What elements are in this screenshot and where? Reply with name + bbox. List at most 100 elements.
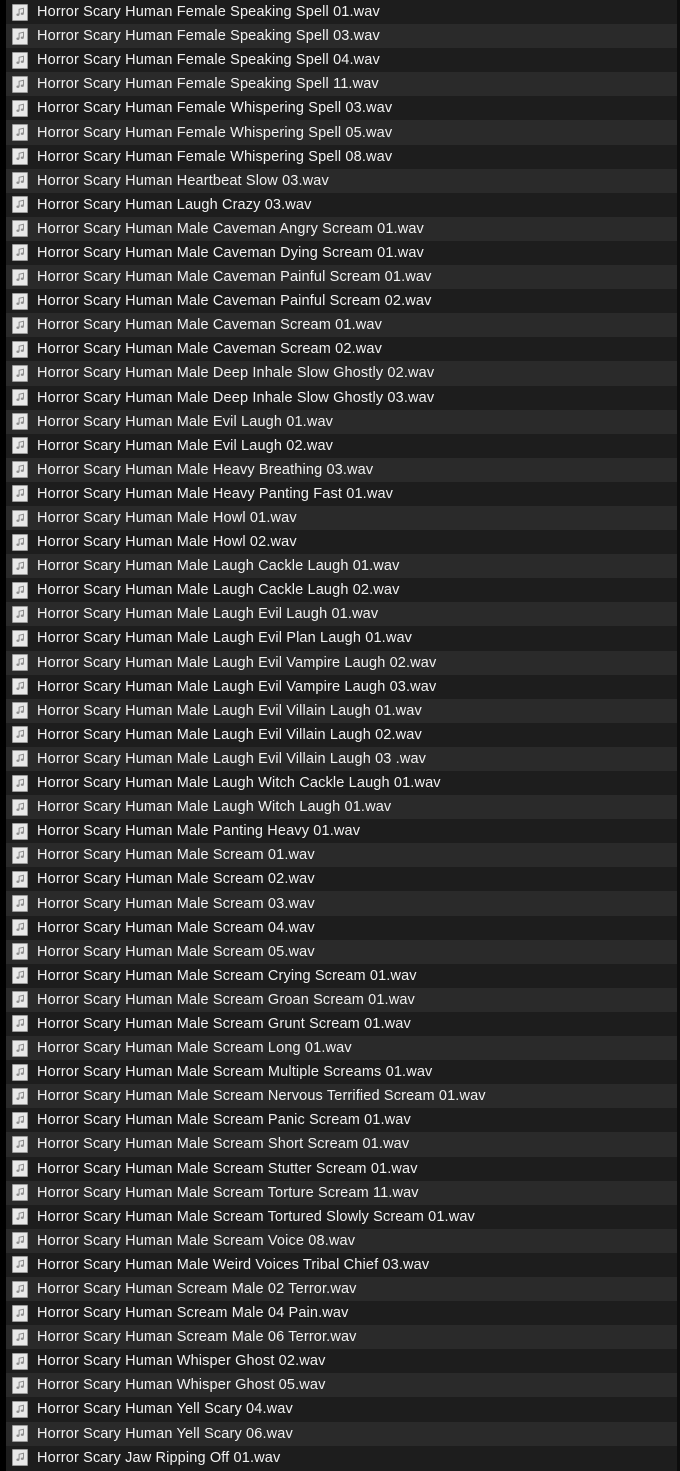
file-list-row[interactable]: Horror Scary Human Male Scream Crying Sc…	[6, 963, 677, 988]
file-list-row[interactable]: Horror Scary Human Male Laugh Evil Villa…	[6, 722, 677, 747]
file-list-row[interactable]: Horror Scary Human Male Howl 02.wav	[6, 530, 677, 555]
file-list-row[interactable]: Horror Scary Human Male Scream Multiple …	[6, 1060, 677, 1085]
audio-file-icon	[12, 1280, 28, 1298]
audio-file-icon	[12, 1449, 28, 1467]
file-list-row[interactable]: Horror Scary Human Male Laugh Cackle Lau…	[6, 554, 677, 579]
audio-file-icon	[12, 1256, 28, 1274]
file-list-row[interactable]: Horror Scary Human Scream Male 04 Pain.w…	[6, 1301, 677, 1326]
file-list-row[interactable]: Horror Scary Human Yell Scary 06.wav	[6, 1421, 677, 1446]
file-list-row[interactable]: Horror Scary Human Male Scream Tortured …	[6, 1204, 677, 1229]
file-list-row[interactable]: Horror Scary Human Male Laugh Witch Laug…	[6, 795, 677, 820]
audio-file-icon	[12, 196, 28, 214]
audio-file-icon	[12, 292, 28, 310]
file-name-label: Horror Scary Human Male Scream Groan Scr…	[37, 991, 415, 1008]
file-name-label: Horror Scary Human Female Speaking Spell…	[37, 4, 380, 21]
file-list-row[interactable]: Horror Scary Human Male Deep Inhale Slow…	[6, 385, 677, 410]
file-name-label: Horror Scary Human Female Speaking Spell…	[37, 52, 380, 69]
audio-file-icon	[12, 99, 28, 117]
audio-file-icon	[12, 148, 28, 166]
audio-file-icon	[12, 27, 28, 45]
file-list-row[interactable]: Horror Scary Human Male Laugh Evil Vampi…	[6, 674, 677, 699]
file-list-row[interactable]: Horror Scary Human Female Whispering Spe…	[6, 120, 677, 145]
file-name-label: Horror Scary Human Male Scream Crying Sc…	[37, 967, 417, 984]
file-list-row[interactable]: Horror Scary Human Male Scream 03.wav	[6, 891, 677, 916]
file-list-row[interactable]: Horror Scary Human Whisper Ghost 05.wav	[6, 1373, 677, 1398]
file-list-row[interactable]: Horror Scary Human Male Scream Panic Scr…	[6, 1108, 677, 1133]
file-list-row[interactable]: Horror Scary Human Male Scream Groan Scr…	[6, 987, 677, 1012]
file-list-row[interactable]: Horror Scary Human Male Caveman Scream 0…	[6, 313, 677, 338]
file-list-row[interactable]: Horror Scary Human Female Whispering Spe…	[6, 96, 677, 121]
file-list-row[interactable]: Horror Scary Human Male Scream Grunt Scr…	[6, 1011, 677, 1037]
file-list-row[interactable]: Horror Scary Human Scream Male 02 Terror…	[6, 1276, 677, 1302]
file-list-row[interactable]: Horror Scary Human Male Evil Laugh 01.wa…	[6, 409, 677, 434]
audio-file-icon	[12, 1135, 28, 1153]
file-list-row[interactable]: Horror Scary Human Male Caveman Scream 0…	[6, 337, 677, 362]
audio-file-icon	[12, 822, 28, 840]
audio-file-icon	[12, 244, 28, 262]
file-list-row[interactable]: Horror Scary Human Male Howl 01.wav	[6, 505, 677, 531]
file-list-row[interactable]: Horror Scary Human Male Scream Voice 08.…	[6, 1228, 677, 1253]
file-list[interactable]: Horror Scary Human Female Speaking Spell…	[0, 0, 680, 1471]
file-list-row[interactable]: Horror Scary Human Female Speaking Spell…	[6, 0, 677, 25]
file-list-row[interactable]: Horror Scary Human Male Caveman Painful …	[6, 265, 677, 290]
file-list-row[interactable]: Horror Scary Human Female Whispering Spe…	[6, 144, 677, 169]
file-list-row[interactable]: Horror Scary Human Male Laugh Evil Plan …	[6, 626, 677, 651]
file-name-label: Horror Scary Human Male Laugh Evil Villa…	[37, 750, 427, 767]
file-name-label: Horror Scary Human Scream Male 04 Pain.w…	[37, 1305, 349, 1322]
file-list-row[interactable]: Horror Scary Human Scream Male 06 Terror…	[6, 1325, 677, 1350]
file-list-row[interactable]: Horror Scary Human Male Scream 02.wav	[6, 867, 677, 892]
audio-file-icon	[12, 943, 28, 961]
file-list-row[interactable]: Horror Scary Human Male Deep Inhale Slow…	[6, 361, 677, 386]
file-name-label: Horror Scary Human Male Panting Heavy 01…	[37, 823, 361, 840]
file-list-row[interactable]: Horror Scary Human Male Scream Torture S…	[6, 1180, 677, 1205]
file-name-label: Horror Scary Human Male Scream Torture S…	[37, 1184, 419, 1201]
file-list-row[interactable]: Horror Scary Human Male Caveman Dying Sc…	[6, 240, 677, 266]
audio-file-icon	[12, 1232, 28, 1250]
file-list-row[interactable]: Horror Scary Human Male Caveman Painful …	[6, 289, 677, 314]
file-list-row[interactable]: Horror Scary Human Male Laugh Cackle Lau…	[6, 578, 677, 603]
file-name-label: Horror Scary Jaw Ripping Off 01.wav	[37, 1449, 281, 1466]
file-list-row[interactable]: Horror Scary Human Male Heavy Panting Fa…	[6, 481, 677, 506]
file-list-row[interactable]: Horror Scary Human Male Scream Stutter S…	[6, 1156, 677, 1181]
file-name-label: Horror Scary Human Female Whispering Spe…	[37, 100, 393, 117]
file-list-row[interactable]: Horror Scary Human Female Speaking Spell…	[6, 72, 677, 97]
audio-file-icon	[12, 1063, 28, 1081]
file-list-row[interactable]: Horror Scary Human Female Speaking Spell…	[6, 48, 677, 73]
audio-file-icon	[12, 220, 28, 238]
file-list-row[interactable]: Horror Scary Human Male Scream 04.wav	[6, 915, 677, 940]
file-list-row[interactable]: Horror Scary Jaw Ripping Off 01.wav	[6, 1445, 677, 1470]
file-list-row[interactable]: Horror Scary Human Male Scream 01.wav	[6, 843, 677, 868]
file-name-label: Horror Scary Human Male Caveman Dying Sc…	[37, 244, 424, 261]
file-list-row[interactable]: Horror Scary Human Male Laugh Evil Laugh…	[6, 602, 677, 627]
file-name-label: Horror Scary Human Male Laugh Evil Villa…	[37, 726, 422, 743]
file-name-label: Horror Scary Human Male Laugh Evil Villa…	[37, 702, 422, 719]
audio-file-icon	[12, 629, 28, 647]
file-list-row[interactable]: Horror Scary Human Yell Scary 04.wav	[6, 1397, 677, 1422]
file-list-row[interactable]: Horror Scary Human Male Caveman Angry Sc…	[6, 216, 677, 241]
file-name-label: Horror Scary Human Female Whispering Spe…	[37, 148, 393, 165]
file-list-row[interactable]: Horror Scary Human Male Panting Heavy 01…	[6, 819, 677, 844]
file-list-row[interactable]: Horror Scary Human Male Laugh Evil Vampi…	[6, 650, 677, 675]
audio-file-icon	[12, 413, 28, 431]
file-name-label: Horror Scary Human Heartbeat Slow 03.wav	[37, 172, 329, 189]
file-name-label: Horror Scary Human Male Scream Short Scr…	[37, 1136, 410, 1153]
file-list-row[interactable]: Horror Scary Human Male Scream Short Scr…	[6, 1132, 677, 1157]
file-list-row[interactable]: Horror Scary Human Male Weird Voices Tri…	[6, 1252, 677, 1277]
file-list-row[interactable]: Horror Scary Human Male Heavy Breathing …	[6, 457, 677, 482]
file-list-row[interactable]: Horror Scary Human Male Laugh Evil Villa…	[6, 698, 677, 723]
audio-file-icon	[12, 919, 28, 937]
file-list-row[interactable]: Horror Scary Human Heartbeat Slow 03.wav	[6, 168, 677, 193]
file-list-row[interactable]: Horror Scary Human Male Scream 05.wav	[6, 939, 677, 964]
file-list-row[interactable]: Horror Scary Human Female Speaking Spell…	[6, 24, 677, 49]
audio-file-icon	[12, 533, 28, 551]
file-list-row[interactable]: Horror Scary Human Male Scream Long 01.w…	[6, 1036, 677, 1061]
file-list-row[interactable]: Horror Scary Human Laugh Crazy 03.wav	[6, 192, 677, 217]
audio-file-icon	[12, 846, 28, 864]
file-list-row[interactable]: Horror Scary Human Male Evil Laugh 02.wa…	[6, 433, 677, 458]
file-list-row[interactable]: Horror Scary Human Male Laugh Evil Villa…	[6, 746, 677, 771]
audio-file-icon	[12, 1208, 28, 1226]
file-name-label: Horror Scary Human Male Caveman Painful …	[37, 269, 432, 286]
file-list-row[interactable]: Horror Scary Human Whisper Ghost 02.wav	[6, 1349, 677, 1374]
file-list-row[interactable]: Horror Scary Human Male Laugh Witch Cack…	[6, 771, 677, 796]
file-list-row[interactable]: Horror Scary Human Male Scream Nervous T…	[6, 1084, 677, 1109]
